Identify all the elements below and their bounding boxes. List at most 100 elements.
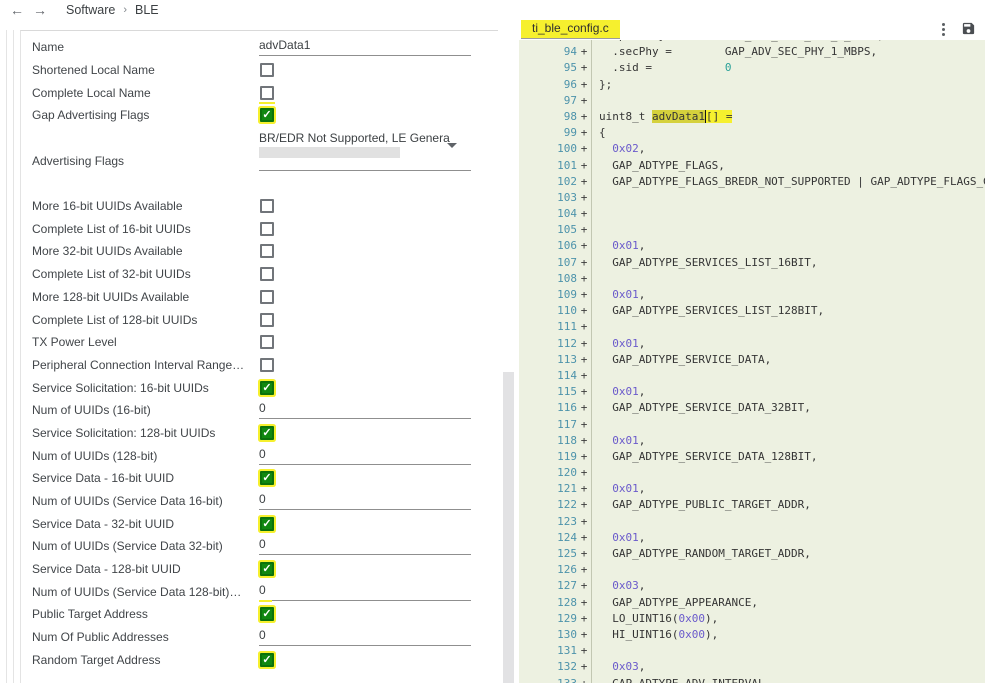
vertical-scrollbar[interactable] <box>503 372 514 683</box>
line-number: 107 <box>519 255 577 271</box>
line-number: 122 <box>519 497 577 513</box>
checkbox[interactable]: ✓ <box>260 653 274 667</box>
checkbox[interactable] <box>260 222 274 236</box>
code-line: 132+ 0x03, <box>519 659 985 675</box>
line-number: 96 <box>519 77 577 93</box>
field-label: Public Target Address <box>32 607 259 621</box>
line-number: 128 <box>519 595 577 611</box>
line-number: 98 <box>519 109 577 125</box>
line-number: 110 <box>519 303 577 319</box>
code-line: 108+ <box>519 271 985 287</box>
save-icon[interactable] <box>961 21 976 36</box>
code-line: 99+{ <box>519 125 985 141</box>
text-input[interactable]: 0 <box>259 447 471 465</box>
code-line: 133+ GAP_ADTYPE_ADV_INTERVAL, <box>519 676 985 683</box>
checkbox[interactable] <box>260 86 274 100</box>
form-row: Peripheral Connection Interval Range… <box>32 354 487 377</box>
diff-added-marker: + <box>577 627 592 643</box>
line-number: 109 <box>519 287 577 303</box>
field-label: More 128-bit UUIDs Available <box>32 290 259 304</box>
checkbox[interactable] <box>260 335 274 349</box>
field-label: Num of UUIDs (16-bit) <box>32 403 259 417</box>
code-line: 123+ <box>519 514 985 530</box>
text-input[interactable]: 0 <box>259 583 471 601</box>
field-label: More 32-bit UUIDs Available <box>32 244 259 258</box>
line-number: 100 <box>519 141 577 157</box>
line-number: 105 <box>519 222 577 238</box>
form-row: Service Solicitation: 16-bit UUIDs✓ <box>32 376 487 399</box>
checkbox[interactable] <box>260 358 274 372</box>
checkbox[interactable] <box>260 244 274 258</box>
diff-added-marker: + <box>577 287 592 303</box>
left-splitter-line <box>13 30 14 683</box>
checkbox[interactable]: ✓ <box>260 517 274 531</box>
line-number: 95 <box>519 60 577 76</box>
diff-added-marker: + <box>577 44 592 60</box>
diff-added-marker: + <box>577 562 592 578</box>
code-editor[interactable]: 93+ .primPhy = GAP_ADV_PRIM_PHY_1_MBPS,9… <box>519 40 985 683</box>
text-input[interactable]: 0 <box>259 401 471 419</box>
diff-added-marker: + <box>577 417 592 433</box>
code-line: 120+ <box>519 465 985 481</box>
line-number: 104 <box>519 206 577 222</box>
chevron-down-icon[interactable] <box>447 143 457 148</box>
checkbox[interactable]: ✓ <box>260 562 274 576</box>
form-row: Service Data - 16-bit UUID✓ <box>32 467 487 490</box>
config-panel: NameadvData1Shortened Local NameComplete… <box>20 30 498 683</box>
breadcrumb-item-ble[interactable]: BLE <box>135 3 159 17</box>
line-number: 123 <box>519 514 577 530</box>
code-line: 114+ <box>519 368 985 384</box>
code-line: 112+ 0x01, <box>519 336 985 352</box>
checkbox[interactable] <box>260 313 274 327</box>
back-arrow-icon[interactable]: ← <box>9 2 25 18</box>
code-line: 98+uint8_t advData1[] = <box>519 109 985 125</box>
code-line: 111+ <box>519 319 985 335</box>
checkbox[interactable]: ✓ <box>260 426 274 440</box>
line-number: 94 <box>519 44 577 60</box>
tab-ti-ble-config[interactable]: ti_ble_config.c <box>521 20 620 39</box>
kebab-menu-icon[interactable] <box>936 22 950 37</box>
code-line: 117+ <box>519 417 985 433</box>
breadcrumb: ← → Software › BLE <box>0 0 159 20</box>
checkbox[interactable] <box>260 290 274 304</box>
form-row: Complete List of 128-bit UUIDs <box>32 308 487 331</box>
code-line: 110+ GAP_ADTYPE_SERVICES_LIST_128BIT, <box>519 303 985 319</box>
text-input[interactable]: 0 <box>259 628 471 646</box>
form-row: Complete List of 32-bit UUIDs <box>32 263 487 286</box>
select-value[interactable]: BR/EDR Not Supported, LE Genera <box>259 131 459 145</box>
checkbox[interactable] <box>260 63 274 77</box>
code-line: 107+ GAP_ADTYPE_SERVICES_LIST_16BIT, <box>519 255 985 271</box>
code-line: 115+ 0x01, <box>519 384 985 400</box>
line-number: 102 <box>519 174 577 190</box>
diff-added-marker: + <box>577 206 592 222</box>
field-label: Complete Local Name <box>32 86 259 100</box>
form-row: Complete List of 16-bit UUIDs <box>32 217 487 240</box>
field-label: Complete List of 16-bit UUIDs <box>32 222 259 236</box>
checkbox[interactable] <box>260 199 274 213</box>
field-label: Gap Advertising Flags <box>32 108 259 122</box>
checkbox[interactable]: ✓ <box>260 471 274 485</box>
checkbox[interactable] <box>260 267 274 281</box>
code-line: 116+ GAP_ADTYPE_SERVICE_DATA_32BIT, <box>519 400 985 416</box>
text-input[interactable]: 0 <box>259 537 471 555</box>
line-number: 99 <box>519 125 577 141</box>
forward-arrow-icon[interactable]: → <box>32 2 48 18</box>
checkbox[interactable]: ✓ <box>260 381 274 395</box>
checkbox[interactable]: ✓ <box>260 607 274 621</box>
diff-added-marker: + <box>577 303 592 319</box>
diff-added-marker: + <box>577 255 592 271</box>
field-label: Service Data - 16-bit UUID <box>32 471 259 485</box>
form-row: Num of UUIDs (Service Data 128-bit)…0 <box>32 580 487 603</box>
line-number: 127 <box>519 578 577 594</box>
code-line: 118+ 0x01, <box>519 433 985 449</box>
line-number: 120 <box>519 465 577 481</box>
checkbox[interactable]: ✓ <box>260 108 274 122</box>
text-input[interactable]: 0 <box>259 492 471 510</box>
line-number: 112 <box>519 336 577 352</box>
line-number: 119 <box>519 449 577 465</box>
breadcrumb-item-software[interactable]: Software <box>66 3 115 17</box>
line-number: 114 <box>519 368 577 384</box>
text-input[interactable]: advData1 <box>259 38 471 56</box>
code-line: 94+ .secPhy = GAP_ADV_SEC_PHY_1_MBPS, <box>519 44 985 60</box>
code-line: 97+ <box>519 93 985 109</box>
